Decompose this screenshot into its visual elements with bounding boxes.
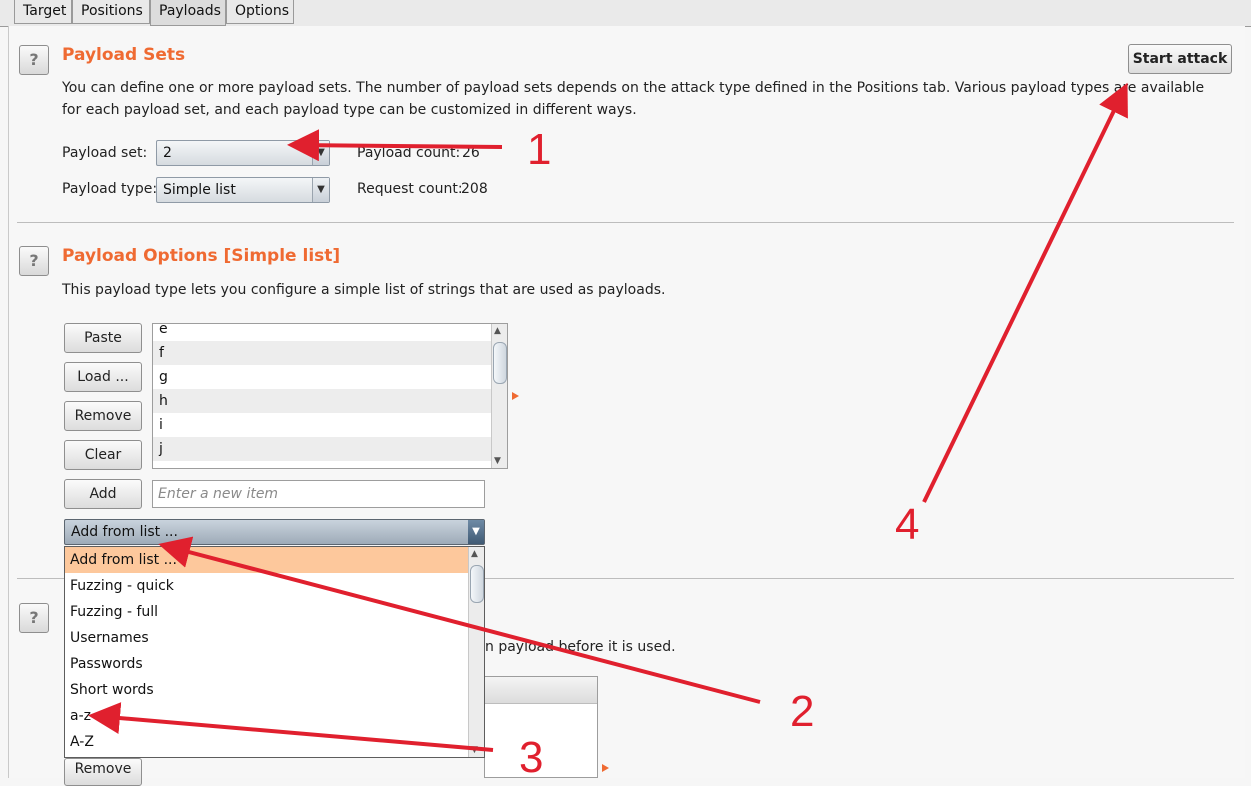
annotation-1: 1: [527, 125, 552, 174]
arrow-2: [158, 536, 761, 704]
arrow-3: [88, 702, 494, 752]
arrow-4: [922, 82, 1128, 503]
annotation-arrows: [88, 82, 1128, 752]
arrow-1: [287, 129, 503, 162]
annotation-3: 3: [519, 733, 544, 782]
annotation-4: 4: [895, 500, 920, 549]
annotation-2: 2: [790, 687, 815, 736]
